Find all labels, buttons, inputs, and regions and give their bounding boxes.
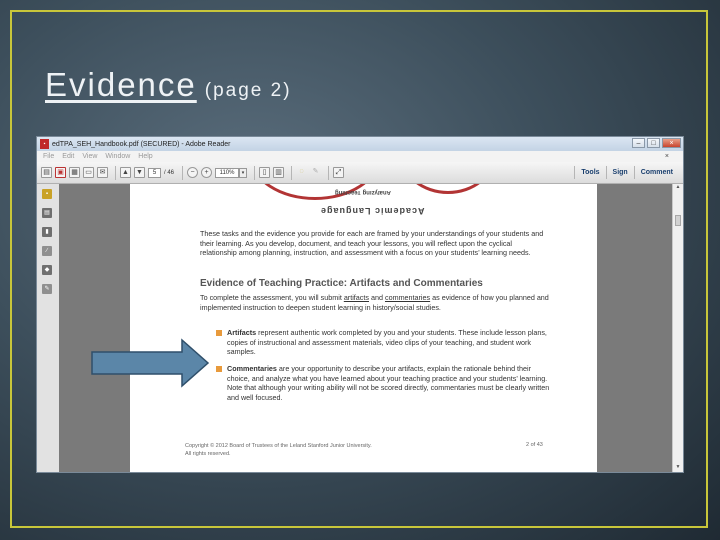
lock-icon[interactable]: ▪ [42,189,52,199]
pdf-icon: ▪ [40,139,49,149]
task-pane-tabs: Tools Sign Comment [574,166,679,179]
scroll-down-icon[interactable]: ▼ [674,464,682,472]
tab-tools[interactable]: Tools [574,166,605,179]
bullet-marker [216,330,222,336]
menu-help[interactable]: Help [138,153,152,160]
open-icon[interactable]: ▤ [41,167,52,178]
menu-edit[interactable]: Edit [62,153,74,160]
window-titlebar: ▪ edTPA_SEH_Handbook.pdf (SECURED) - Ado… [37,137,683,151]
section-paragraph: To complete the assessment, you will sub… [200,293,550,312]
tab-sign[interactable]: Sign [605,166,634,179]
tab-comment[interactable]: Comment [633,166,679,179]
footer-copyright: Copyright © 2012 Board of Trustees of th… [185,443,372,449]
paragraph-text: To complete the assessment, you will sub… [200,293,344,302]
slide-title: Evidence (page 2) [45,66,292,104]
scroll-thumb[interactable] [675,215,681,226]
slide-title-sub: (page 2) [204,80,292,101]
zoom-out-icon[interactable]: − [187,167,199,178]
print-icon[interactable]: ▭ [83,167,94,178]
window-title: edTPA_SEH_Handbook.pdf (SECURED) - Adobe… [52,140,231,148]
comment-icon[interactable]: ◌ [296,167,307,178]
zoom-input[interactable]: 110% [215,167,240,178]
expand-icon[interactable]: ⤢ [333,167,345,178]
minimize-button[interactable]: – [632,138,645,148]
slide-title-main: Evidence [45,66,197,103]
logo-circle-right [400,184,496,194]
menu-window[interactable]: Window [105,153,130,160]
fit-width-icon[interactable]: ▥ [273,167,285,178]
toolbar-separator [115,165,116,180]
pages-icon[interactable]: ▤ [42,208,52,218]
toolbar-separator [254,165,256,180]
menu-bar: File Edit View Window Help × [37,151,683,162]
close-button[interactable]: × [662,138,681,148]
footer-page-number: 2 of 43 [526,442,543,448]
page-number-input[interactable]: 5 [148,167,161,178]
page-footer: Copyright © 2012 Board of Trustees of th… [185,442,372,458]
section-heading: Evidence of Teaching Practice: Artifacts… [200,278,483,289]
footer-rights: All rights reserved. [185,451,231,457]
page-up-icon[interactable]: ▲ [120,167,131,178]
bullet-text: represent authentic work completed by yo… [227,328,547,356]
bullet-term: Commentaries [227,364,277,373]
zoom-dropdown[interactable]: ▾ [239,167,248,178]
create-pdf-icon[interactable]: ▣ [55,167,66,178]
right-arrow-icon [91,338,210,388]
scroll-up-icon[interactable]: ▲ [674,184,682,192]
adobe-reader-window: ▪ edTPA_SEH_Handbook.pdf (SECURED) - Ado… [36,136,684,473]
layers-icon[interactable]: ◆ [42,265,52,275]
artifacts-link[interactable]: artifacts [344,293,369,302]
zoom-in-icon[interactable]: + [201,167,213,178]
page-total: / 46 [164,169,175,176]
vertical-scrollbar[interactable]: ▲ ▼ [672,184,683,472]
bullet-artifacts: Artifacts represent authentic work compl… [227,328,552,357]
menu-file[interactable]: File [43,153,54,160]
email-icon[interactable]: ✉ [97,167,108,178]
close-document-icon[interactable]: × [665,153,669,160]
bookmark-icon[interactable]: ▮ [42,227,52,237]
signature-icon[interactable]: ✎ [42,284,52,294]
bullet-term: Artifacts [227,328,257,337]
toolbar-separator [182,165,184,180]
document-area[interactable]: Analyzing Teaching Academic Language The… [130,184,673,472]
bullet-marker [216,366,222,372]
toolbar: ▤ ▣ ▦ ▭ ✉ ▲ ▼ 5 / 46 − + 110% ▾ ▯ ▥ ◌ ✎ … [37,162,683,184]
maximize-button[interactable]: □ [647,138,660,148]
commentaries-link[interactable]: commentaries [385,293,430,302]
highlight-icon[interactable]: ✎ [310,167,321,178]
pdf-page: Analyzing Teaching Academic Language The… [130,184,597,472]
toolbar-separator [328,165,330,180]
fit-page-icon[interactable]: ▯ [259,167,271,178]
window-controls: – □ × [632,138,681,148]
intro-paragraph: These tasks and the evidence you provide… [200,229,544,257]
paragraph-text: and [368,293,385,302]
navigation-pane [59,184,130,472]
bullet-commentaries: Commentaries are your opportunity to des… [227,364,552,402]
save-icon[interactable]: ▦ [69,167,80,178]
page-down-icon[interactable]: ▼ [134,167,145,178]
attachment-icon[interactable]: ∕ [42,246,52,256]
toolbar-separator [291,165,293,180]
arc-text-academic-language: Academic Language [320,206,425,216]
menu-view[interactable]: View [82,153,97,160]
navigation-sidebar: ▪ ▤ ▮ ∕ ◆ ✎ [37,184,60,472]
arc-text-analyzing: Analyzing Teaching [335,189,391,195]
